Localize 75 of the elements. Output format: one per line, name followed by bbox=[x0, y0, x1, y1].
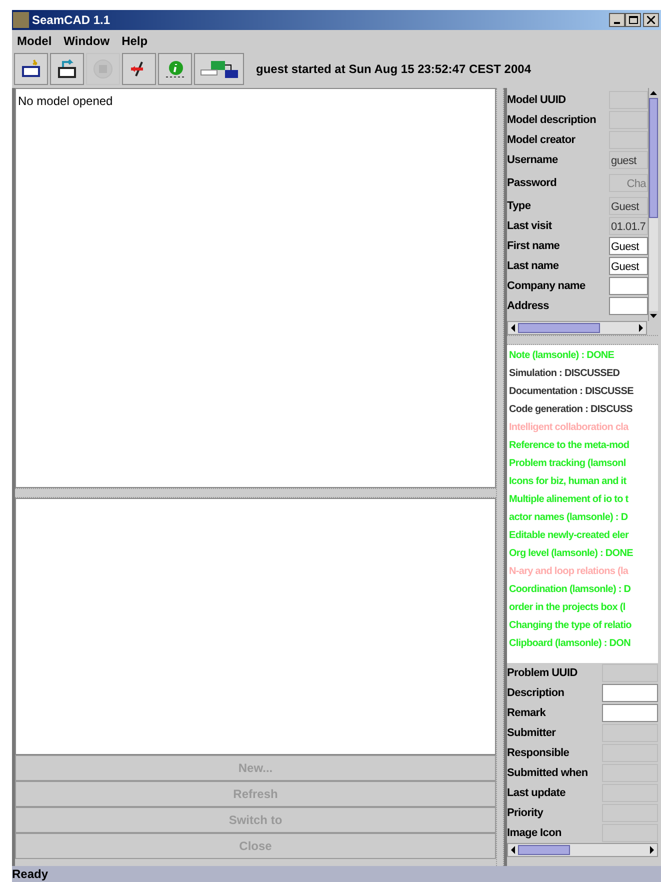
property-label: Password bbox=[507, 176, 558, 191]
horizontal-scrollbar[interactable] bbox=[507, 321, 647, 335]
menu-item[interactable]: Window bbox=[64, 32, 110, 50]
input-field[interactable] bbox=[609, 277, 648, 295]
input-field[interactable] bbox=[602, 684, 658, 702]
problem-item[interactable]: Icons for biz, human and it bbox=[509, 473, 626, 491]
property-label: Address bbox=[507, 298, 550, 314]
diagram-icon bbox=[199, 58, 239, 80]
problem-item[interactable]: Multiple alinement of io to t bbox=[509, 491, 628, 509]
input-field[interactable] bbox=[602, 704, 658, 722]
scroll-thumb[interactable] bbox=[518, 323, 600, 333]
property-label: Company name bbox=[507, 278, 586, 294]
readonly-field: Guest bbox=[609, 197, 648, 215]
property-label: Problem UUID bbox=[507, 666, 578, 681]
property-label: Model UUID bbox=[507, 92, 567, 108]
property-label: Username bbox=[507, 152, 559, 168]
problem-item[interactable]: Org level (lamsonle) : DONE bbox=[509, 545, 633, 563]
readonly-field: 01.01.7 bbox=[609, 217, 648, 235]
property-label: Model creator bbox=[507, 132, 576, 148]
problem-item[interactable]: Coordination (lamsonle) : D bbox=[509, 581, 631, 599]
problem-item[interactable]: Reference to the meta-mod bbox=[509, 437, 630, 455]
property-label: Last update bbox=[507, 786, 566, 801]
problem-item[interactable]: Simulation : DISCUSSED bbox=[509, 365, 620, 383]
scroll-right-icon bbox=[636, 323, 646, 333]
problem-item[interactable]: Documentation : DISCUSSE bbox=[509, 383, 634, 401]
property-label: Image Icon bbox=[507, 826, 562, 841]
menu-item[interactable]: Help bbox=[122, 32, 148, 50]
horizontal-scrollbar[interactable] bbox=[507, 843, 658, 857]
app-icon bbox=[13, 12, 29, 28]
scroll-right-icon bbox=[647, 845, 657, 855]
property-label: Last name bbox=[507, 258, 560, 274]
window-title: SeamCAD 1.1 bbox=[32, 12, 110, 29]
problem-item[interactable]: Clipboard (lamsonle) : DON bbox=[509, 635, 630, 653]
problem-item[interactable]: Changing the type of relatio bbox=[509, 617, 632, 635]
maximize-button[interactable] bbox=[625, 13, 641, 27]
property-label: Responsible bbox=[507, 746, 570, 761]
close-button[interactable] bbox=[643, 13, 659, 27]
splitter-bar[interactable] bbox=[496, 88, 504, 866]
toolbar-button[interactable] bbox=[14, 53, 48, 85]
input-field[interactable]: Guest bbox=[609, 237, 648, 255]
scroll-thumb[interactable] bbox=[518, 845, 570, 855]
empty-message: No model opened bbox=[18, 94, 113, 108]
property-label: Last visit bbox=[507, 218, 553, 234]
property-label: Description bbox=[507, 686, 566, 701]
tray-icon bbox=[20, 58, 42, 80]
problem-item[interactable]: Intelligent collaboration cla bbox=[509, 419, 628, 437]
problem-item[interactable]: N-ary and loop relations (la bbox=[509, 563, 628, 581]
problem-item[interactable]: Problem tracking (lamsonl bbox=[509, 455, 626, 473]
property-label: First name bbox=[507, 238, 561, 254]
readonly-field: guest bbox=[609, 151, 648, 169]
scroll-thumb[interactable] bbox=[649, 98, 658, 218]
status-text: Ready bbox=[12, 866, 48, 882]
toolbar-button[interactable] bbox=[194, 53, 244, 85]
toolbar-button[interactable] bbox=[50, 53, 84, 85]
problem-item[interactable]: order in the projects box (l bbox=[509, 599, 626, 617]
menu-item[interactable]: Model bbox=[17, 32, 52, 50]
input-field[interactable] bbox=[609, 297, 648, 315]
info-icon bbox=[164, 58, 186, 80]
input-field[interactable]: Guest bbox=[609, 257, 648, 275]
problem-item[interactable]: actor names (lamsonle) : D bbox=[509, 509, 628, 527]
session-message: guest started at Sun Aug 15 23:52:47 CEST 2004 bbox=[256, 61, 531, 78]
property-label: Submitter bbox=[507, 726, 557, 741]
property-label: Model description bbox=[507, 112, 598, 128]
change-password-button[interactable]: Cha bbox=[609, 174, 648, 192]
tray-arrow-icon bbox=[56, 58, 78, 80]
disk-icon bbox=[92, 58, 114, 80]
minimize-button[interactable] bbox=[609, 13, 625, 27]
problem-item[interactable]: Code generation : DISCUSS bbox=[509, 401, 632, 419]
problem-item[interactable]: Editable newly-created eler bbox=[509, 527, 628, 545]
property-label: Type bbox=[507, 198, 532, 214]
close-icon bbox=[647, 16, 655, 24]
property-label: Priority bbox=[507, 806, 544, 821]
property-label: Remark bbox=[507, 706, 547, 721]
problem-item[interactable]: Note (lamsonle) : DONE bbox=[509, 347, 614, 365]
property-label: Submitted when bbox=[507, 766, 589, 781]
